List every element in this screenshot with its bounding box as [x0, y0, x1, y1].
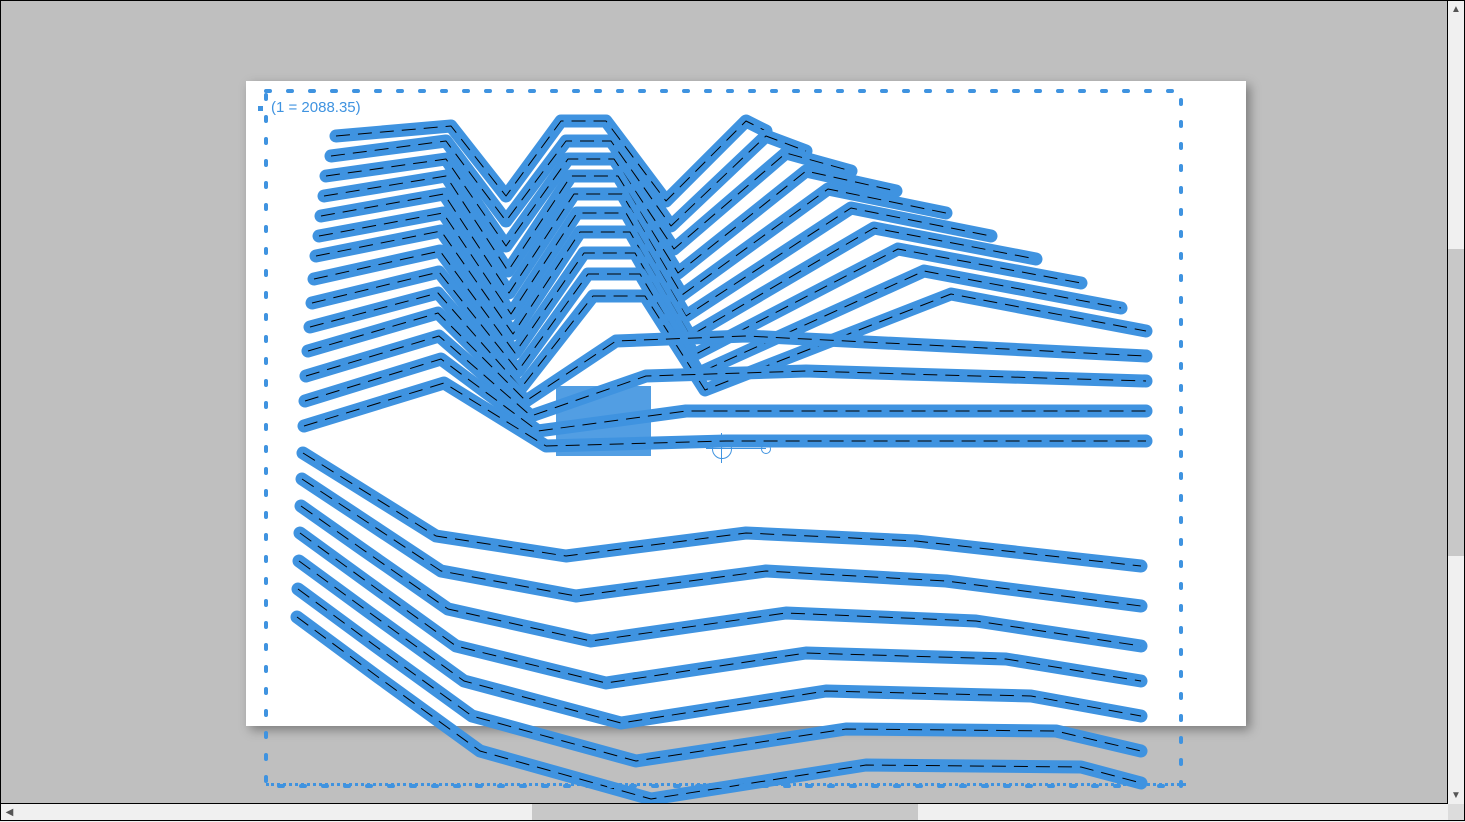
scroll-up-button[interactable]: ▲ [1448, 1, 1464, 18]
selected-entity-highlight [556, 386, 651, 456]
vertical-scrollbar[interactable]: ▲ ▼ [1448, 0, 1465, 804]
horizontal-scroll-thumb[interactable] [532, 804, 918, 820]
vertical-scroll-thumb[interactable] [1448, 249, 1464, 557]
chevron-up-icon: ▲ [1451, 4, 1461, 15]
paper-container: (1 = 2088.35) [246, 81, 1246, 726]
scroll-down-button[interactable]: ▼ [1448, 787, 1464, 804]
horizontal-scrollbar[interactable]: ◀ ▶ [0, 804, 1465, 821]
chevron-left-icon: ◀ [6, 807, 14, 818]
chevron-down-icon: ▼ [1451, 790, 1461, 801]
vertical-scroll-track[interactable] [1448, 18, 1464, 787]
selection-scale-label: (1 = 2088.35) [258, 99, 361, 116]
horizontal-scroll-track[interactable] [18, 804, 1447, 820]
canvas-viewport[interactable]: (1 = 2088.35) [0, 0, 1448, 804]
scroll-left-button[interactable]: ◀ [1, 804, 18, 820]
paper-sheet [246, 81, 1246, 726]
scrollbar-corner [1448, 804, 1465, 821]
